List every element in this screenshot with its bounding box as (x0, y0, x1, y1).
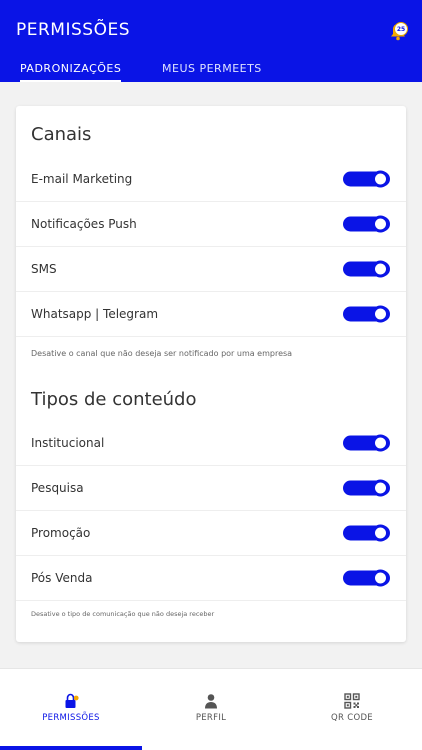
bottom-navigation: PERMISSÕES PERFIL QR CODE (0, 668, 422, 750)
nav-label: QR CODE (331, 713, 373, 723)
lock-icon (65, 693, 79, 708)
section-title-tipos: Tipos de conteúdo (31, 389, 197, 410)
content-type-label: Pós Venda (31, 571, 93, 585)
pos-venda-toggle[interactable] (343, 569, 390, 587)
toggle-knob (372, 524, 389, 542)
content-type-label: Institucional (31, 436, 105, 450)
channel-row: E-mail Marketing (16, 157, 406, 202)
app-header: PERMISSÕES 25 PADRONIZAÇÕES MEUS PERMEET… (0, 0, 422, 82)
person-icon (205, 694, 217, 709)
whatsapp-telegram-toggle[interactable] (343, 305, 390, 323)
content-type-row: Promoção (16, 511, 406, 556)
toggle-knob (372, 305, 389, 323)
channel-row: Notificações Push (16, 202, 406, 247)
channel-label: Notificações Push (31, 217, 137, 231)
toggle-knob (372, 434, 389, 452)
toggle-knob (372, 260, 389, 278)
email-marketing-toggle[interactable] (343, 170, 390, 188)
push-notifications-toggle[interactable] (343, 215, 390, 233)
channel-row: SMS (16, 247, 406, 292)
toggle-knob (372, 170, 389, 188)
notification-badge: 25 (394, 22, 408, 36)
nav-label: PERMISSÕES (42, 713, 100, 723)
content-type-label: Pesquisa (31, 481, 84, 495)
institucional-toggle[interactable] (343, 434, 390, 452)
content-type-row: Institucional (16, 421, 406, 466)
nav-label: PERFIL (195, 713, 227, 723)
channel-label: SMS (31, 262, 57, 276)
nav-permissoes[interactable]: PERMISSÕES (1, 669, 141, 750)
page-title: PERMISSÕES (16, 20, 130, 40)
channels-hint: Desative o canal que não deseja ser noti… (31, 349, 293, 358)
toggle-knob (372, 215, 389, 233)
toggle-knob (372, 569, 389, 587)
channel-row: Whatsapp | Telegram (16, 292, 406, 337)
settings-card: Canais E-mail Marketing Notificações Pus… (16, 106, 406, 642)
tab-meus-permeets[interactable]: MEUS PERMEETS (162, 60, 262, 82)
promocao-toggle[interactable] (343, 524, 390, 542)
channel-label: E-mail Marketing (31, 172, 133, 186)
nav-perfil[interactable]: PERFIL (141, 669, 281, 750)
channel-label: Whatsapp | Telegram (31, 307, 159, 321)
toggle-knob (372, 479, 389, 497)
tab-padronizacoes[interactable]: PADRONIZAÇÕES (20, 60, 122, 82)
qr-code-icon (344, 693, 360, 709)
section-title-canais: Canais (31, 124, 92, 145)
nav-qr-code[interactable]: QR CODE (282, 669, 422, 750)
sms-toggle[interactable] (343, 260, 390, 278)
content-types-hint: Desative o tipo de comunicação que não d… (31, 610, 215, 618)
active-tab-indicator (0, 746, 142, 750)
content-type-label: Promoção (31, 526, 91, 540)
content-type-row: Pesquisa (16, 466, 406, 511)
content-type-row: Pós Venda (16, 556, 406, 601)
pesquisa-toggle[interactable] (343, 479, 390, 497)
top-tabs: PADRONIZAÇÕES MEUS PERMEETS (0, 60, 422, 82)
